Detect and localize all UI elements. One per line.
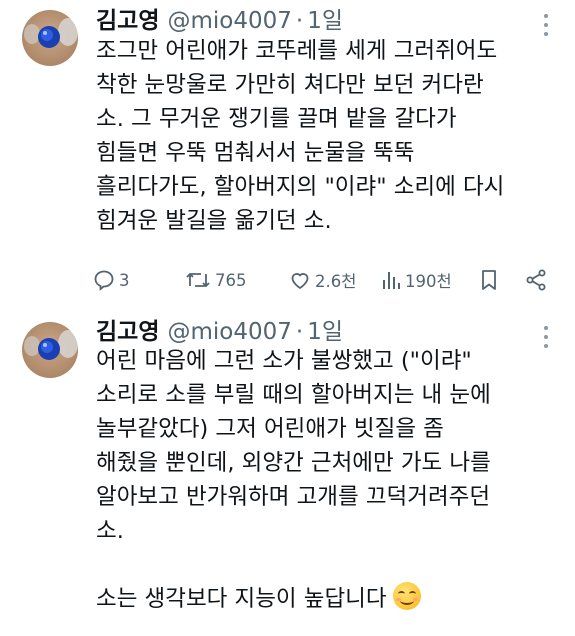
tweet-line: 착한 눈망울로 가만히 쳐다만 보던 커다란: [96, 72, 484, 98]
bookmark-icon: [482, 270, 496, 290]
tweet-line: 조그만 어린애가 코뚜레를 세게 그러쥐어도: [96, 38, 498, 64]
author-handle[interactable]: @mio4007: [167, 7, 291, 35]
more-options-icon[interactable]: [543, 14, 549, 36]
tweet-header: 김고영 @mio4007 · 1일: [96, 7, 343, 35]
retweet-count: 765: [215, 270, 247, 290]
tweet-line: 소.: [96, 518, 124, 544]
view-count: 190천: [405, 272, 452, 291]
smiling-face-icon: [392, 582, 421, 610]
action-bar: 3 765 2.6천 190천: [92, 268, 562, 298]
avatar[interactable]: [22, 322, 78, 378]
share-icon: [526, 269, 546, 291]
views-icon: [383, 272, 400, 289]
tweet-line: 어린 마음에 그런 소가 불쌍했고 ("이랴": [96, 348, 472, 374]
like-count: 2.6천: [315, 272, 357, 291]
tweet-line-last: 소는 생각보다 지능이 높답니다: [96, 582, 566, 616]
tweet-line: 소리로 소를 부릴 때의 할아버지는 내 눈에: [96, 382, 491, 408]
timestamp[interactable]: 1일: [307, 318, 343, 346]
tweet-header: 김고영 @mio4007 · 1일: [96, 318, 343, 346]
separator: ·: [295, 319, 304, 345]
views-button[interactable]: 190천: [380, 268, 452, 292]
author-name[interactable]: 김고영: [96, 7, 159, 35]
tweet-line: 알아보고 반가워하며 고개를 끄덕거려주던: [96, 484, 491, 510]
tweet-body: 어린 마음에 그런 소가 불쌍했고 ("이랴" 소리로 소를 부릴 때의 할아버…: [96, 344, 566, 616]
tweet-line: 힘겨운 발길을 옮기던 소.: [96, 208, 332, 234]
separator: ·: [295, 8, 304, 34]
author-name[interactable]: 김고영: [96, 318, 159, 346]
reply-count: 3: [119, 270, 130, 290]
avatar[interactable]: [22, 10, 78, 66]
tweet-line: 해줬을 뿐인데, 외양간 근처에만 가도 나를: [96, 450, 491, 476]
tweet-line: 흘리다가도, 할아버지의 "이랴" 소리에 다시: [96, 174, 505, 200]
tweet-line: 놀부같았다) 그저 어린애가 빗질을 좀: [96, 416, 444, 442]
bookmark-button[interactable]: [478, 268, 500, 292]
retweet-button[interactable]: 765: [184, 268, 247, 292]
reply-button[interactable]: 3: [92, 268, 130, 292]
tweet-line: 소. 그 무거운 쟁기를 끌며 밭을 갈다가: [96, 106, 457, 132]
tweet-line-spacer: [96, 548, 566, 582]
tweet-1[interactable]: 김고영 @mio4007 · 1일 조그만 어린애가 코뚜레를 세게 그러쥐어도…: [0, 0, 575, 310]
author-handle[interactable]: @mio4007: [167, 318, 291, 346]
retweet-icon: [186, 273, 210, 287]
reply-icon: [94, 270, 114, 291]
tweet-line: 힘들면 우뚝 멈춰서서 눈물을 뚝뚝: [96, 140, 415, 166]
tweet-line: 소는 생각보다 지능이 높답니다: [96, 586, 387, 612]
tweet-body: 조그만 어린애가 코뚜레를 세게 그러쥐어도 착한 눈망울로 가만히 쳐다만 보…: [96, 34, 566, 238]
like-button[interactable]: 2.6천: [288, 268, 356, 292]
tweet-2[interactable]: 김고영 @mio4007 · 1일 어린 마음에 그런 소가 불쌍했고 ("이랴…: [0, 312, 575, 636]
heart-icon: [291, 273, 309, 290]
share-button[interactable]: [524, 268, 548, 292]
timestamp[interactable]: 1일: [307, 7, 343, 35]
